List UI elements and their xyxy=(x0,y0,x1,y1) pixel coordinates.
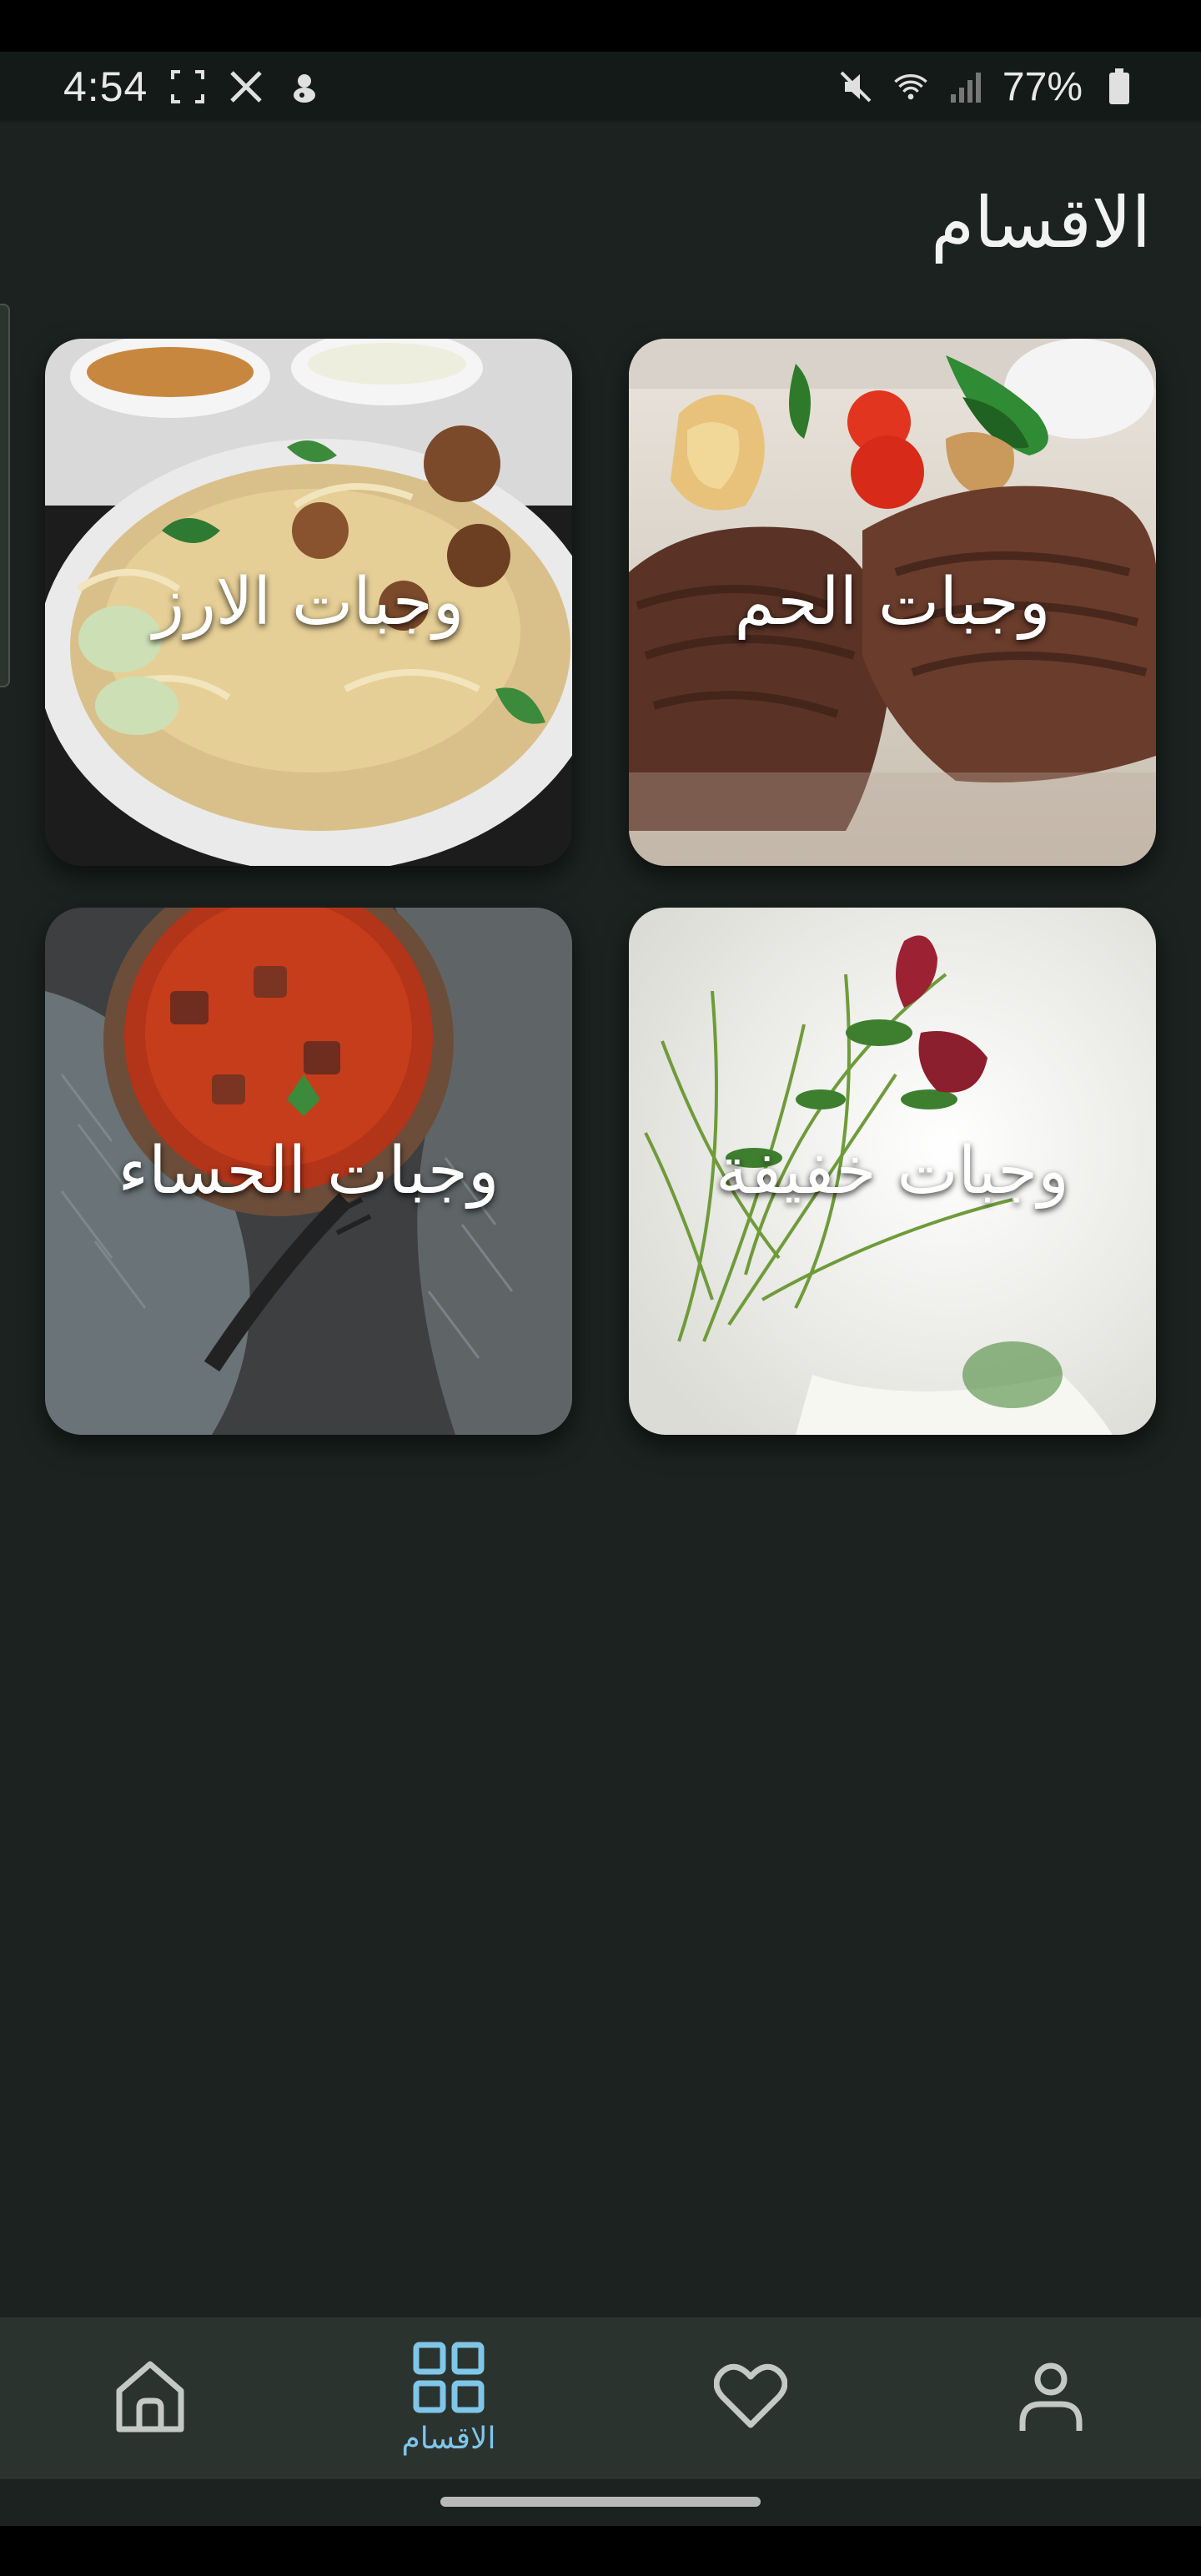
bottom-navigation: الاقسام xyxy=(0,2317,1201,2479)
battery-percent: 77% xyxy=(1002,64,1083,109)
category-card-soup[interactable]: وجبات الحساء xyxy=(45,908,572,1435)
heart-icon xyxy=(713,2363,788,2433)
status-time: 4:54 xyxy=(63,63,148,110)
category-label: وجبات الارز xyxy=(153,565,465,640)
page-title: الاقسام xyxy=(931,182,1151,264)
notification-app-icon xyxy=(286,68,323,105)
battery-icon xyxy=(1101,68,1138,105)
category-card-rice[interactable]: وجبات الارز xyxy=(45,339,572,866)
edge-panel-handle[interactable] xyxy=(0,304,10,687)
category-card-meat[interactable]: وجبات الحم xyxy=(629,339,1156,866)
nav-item-categories[interactable]: الاقسام xyxy=(365,2317,532,2479)
nav-item-favorites[interactable] xyxy=(667,2317,834,2479)
person-icon xyxy=(1018,2359,1084,2438)
status-bar: 4:54 77% xyxy=(0,52,1201,122)
screenshot-frame-icon xyxy=(169,68,206,105)
category-label: وجبات الحم xyxy=(734,565,1051,640)
home-icon xyxy=(114,2359,186,2438)
gesture-handle[interactable] xyxy=(440,2497,761,2507)
top-inset xyxy=(0,0,1201,52)
nav-item-home[interactable] xyxy=(67,2317,234,2479)
category-card-light[interactable]: وجبات خفيفة xyxy=(629,908,1156,1435)
app-content: الاقسام وجبات الحم وجبات الارز وجبات خفي… xyxy=(0,122,1201,2317)
signal-icon xyxy=(947,68,984,105)
wifi-icon xyxy=(892,68,929,105)
nav-label-categories: الاقسام xyxy=(401,2421,496,2456)
nav-item-profile[interactable] xyxy=(967,2317,1134,2479)
x-app-icon xyxy=(228,68,264,105)
grid-icon xyxy=(413,2342,485,2417)
mute-icon xyxy=(837,68,874,105)
bottom-inset xyxy=(0,2526,1201,2576)
category-label: وجبات خفيفة xyxy=(716,1134,1069,1209)
category-label: وجبات الحساء xyxy=(118,1134,500,1209)
